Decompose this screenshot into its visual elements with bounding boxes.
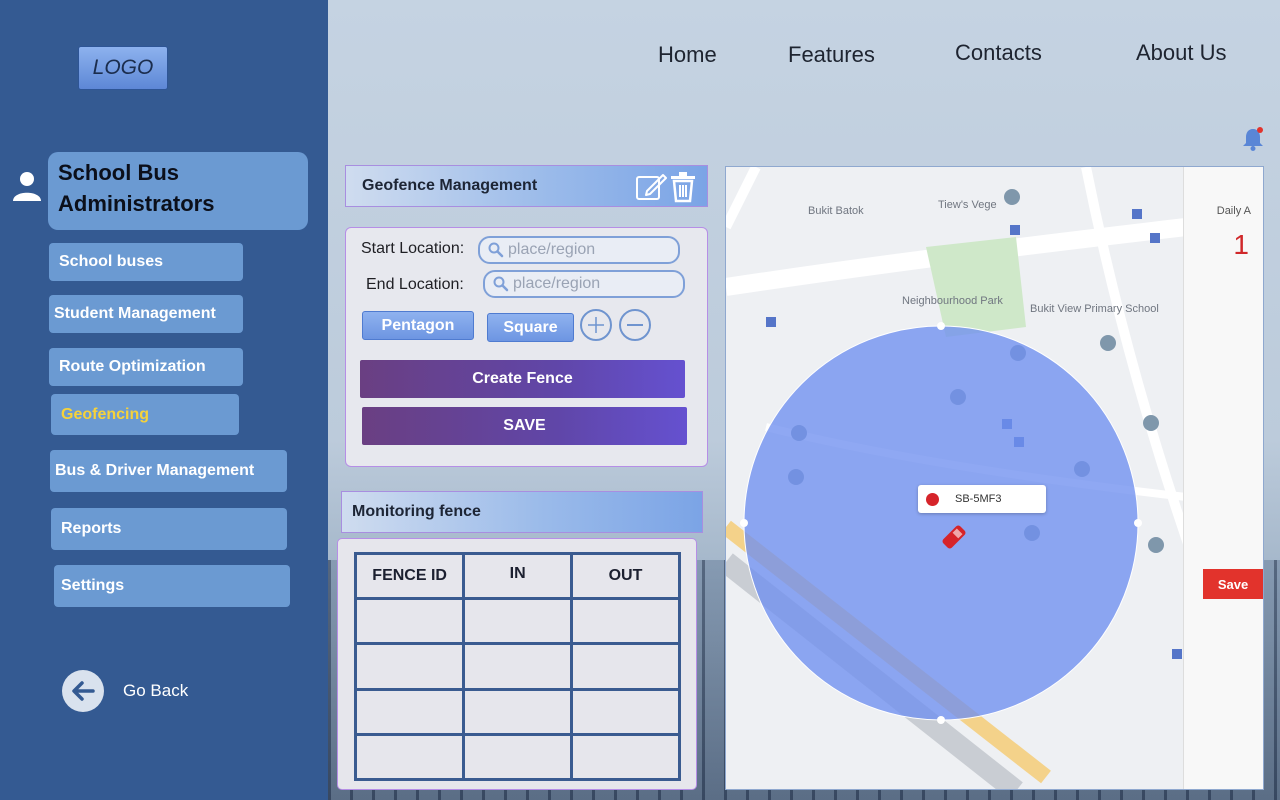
nav-home[interactable]: Home [658, 42, 717, 68]
logo[interactable]: LOGO [78, 46, 168, 90]
end-location-field[interactable] [483, 270, 685, 298]
table-cell [353, 596, 466, 646]
table-cell [570, 642, 681, 691]
fence-handle[interactable] [937, 716, 945, 724]
start-location-label: Start Location: [361, 240, 465, 257]
back-arrow-icon[interactable] [62, 670, 104, 712]
table-cell [353, 687, 466, 736]
fence-table: FENCE ID IN OUT [353, 552, 681, 782]
table-cell [462, 687, 573, 736]
column-header-fence-id: FENCE ID [353, 552, 466, 600]
search-icon [488, 242, 504, 258]
table-cell [570, 732, 681, 782]
admin-title-line2: Administrators [58, 191, 215, 216]
admin-title-line1: School Bus [58, 160, 180, 185]
table-row [353, 596, 681, 646]
geofence-form: Start Location: End Location: Pentagon S… [345, 227, 708, 467]
pentagon-shape-button[interactable]: Pentagon [362, 311, 474, 340]
go-back-button[interactable]: Go Back [62, 670, 188, 712]
map-side-panel: Daily A 1 [1183, 167, 1263, 789]
geofence-panel-header: Geofence Management [345, 165, 708, 207]
vehicle-status-dot [926, 492, 939, 506]
map-place-label: Tiew's Vege [938, 199, 997, 211]
nav-features[interactable]: Features [788, 42, 875, 68]
map-save-button[interactable]: Save [1203, 569, 1263, 599]
create-fence-button[interactable]: Create Fence [360, 360, 685, 398]
end-location-input[interactable] [513, 275, 673, 293]
map-view[interactable]: Bukit Batok Tiew's Vege Neighbourhood Pa… [725, 166, 1264, 790]
start-location-field[interactable] [478, 236, 680, 264]
geofence-title: Geofence Management [362, 177, 538, 194]
vehicle-badge[interactable]: SB-5MF3 [918, 485, 1046, 513]
sidebar-item-settings[interactable]: Settings [54, 565, 290, 607]
go-back-label: Go Back [123, 681, 189, 700]
square-shape-button[interactable]: Square [487, 313, 574, 342]
table-cell [353, 732, 466, 782]
edit-icon[interactable] [635, 171, 667, 203]
table-cell [570, 596, 681, 646]
daily-label: Daily A [1216, 205, 1251, 217]
geofence-circle[interactable] [743, 325, 1139, 721]
user-icon [13, 172, 41, 201]
sidebar-item-school-buses[interactable]: School buses [49, 243, 243, 281]
map-place-label: Neighbourhood Park [902, 295, 1003, 307]
plus-icon [588, 317, 604, 333]
road [726, 167, 761, 230]
sidebar-item-route-optimization[interactable]: Route Optimization [49, 348, 243, 386]
sidebar-item-geofencing[interactable]: Geofencing [51, 394, 239, 435]
minus-icon [627, 324, 643, 326]
start-location-input[interactable] [508, 241, 668, 259]
notification-bell-icon[interactable] [1241, 126, 1265, 152]
table-row [353, 687, 681, 736]
admin-role-card: School Bus Administrators [48, 152, 308, 230]
table-row [353, 732, 681, 782]
nav-contacts[interactable]: Contacts [955, 40, 1042, 66]
column-header-in: IN [462, 552, 573, 600]
table-cell [462, 596, 573, 646]
fence-handle[interactable] [937, 322, 945, 330]
table-cell [462, 642, 573, 691]
table-cell [462, 732, 573, 782]
table-cell [570, 687, 681, 736]
table-row [353, 642, 681, 691]
fence-handle[interactable] [1134, 519, 1142, 527]
sidebar-item-bus-driver-management[interactable]: Bus & Driver Management [50, 450, 287, 492]
fence-handle[interactable] [740, 519, 748, 527]
zoom-out-button[interactable] [619, 309, 651, 341]
sidebar: LOGO School Bus Administrators School bu… [0, 0, 328, 800]
monitoring-panel: FENCE ID IN OUT [337, 538, 697, 790]
monitoring-title: Monitoring fence [352, 503, 481, 520]
vehicle-label: SB-5MF3 [955, 493, 1002, 505]
sidebar-item-reports[interactable]: Reports [51, 508, 287, 550]
search-icon [493, 276, 509, 292]
table-header-row: FENCE ID IN OUT [353, 552, 681, 600]
monitoring-panel-header: Monitoring fence [341, 491, 703, 533]
zoom-in-button[interactable] [580, 309, 612, 341]
end-location-label: End Location: [366, 276, 464, 293]
trash-icon[interactable] [669, 171, 697, 203]
map-place-label: Bukit Batok [808, 205, 864, 217]
save-button[interactable]: SAVE [362, 407, 687, 445]
map-place-label: Bukit View Primary School [1030, 303, 1159, 315]
daily-value: 1 [1233, 229, 1249, 260]
sidebar-item-student-management[interactable]: Student Management [49, 295, 243, 333]
table-cell [353, 642, 466, 691]
nav-about-us[interactable]: About Us [1136, 40, 1227, 66]
column-header-out: OUT [570, 552, 681, 600]
